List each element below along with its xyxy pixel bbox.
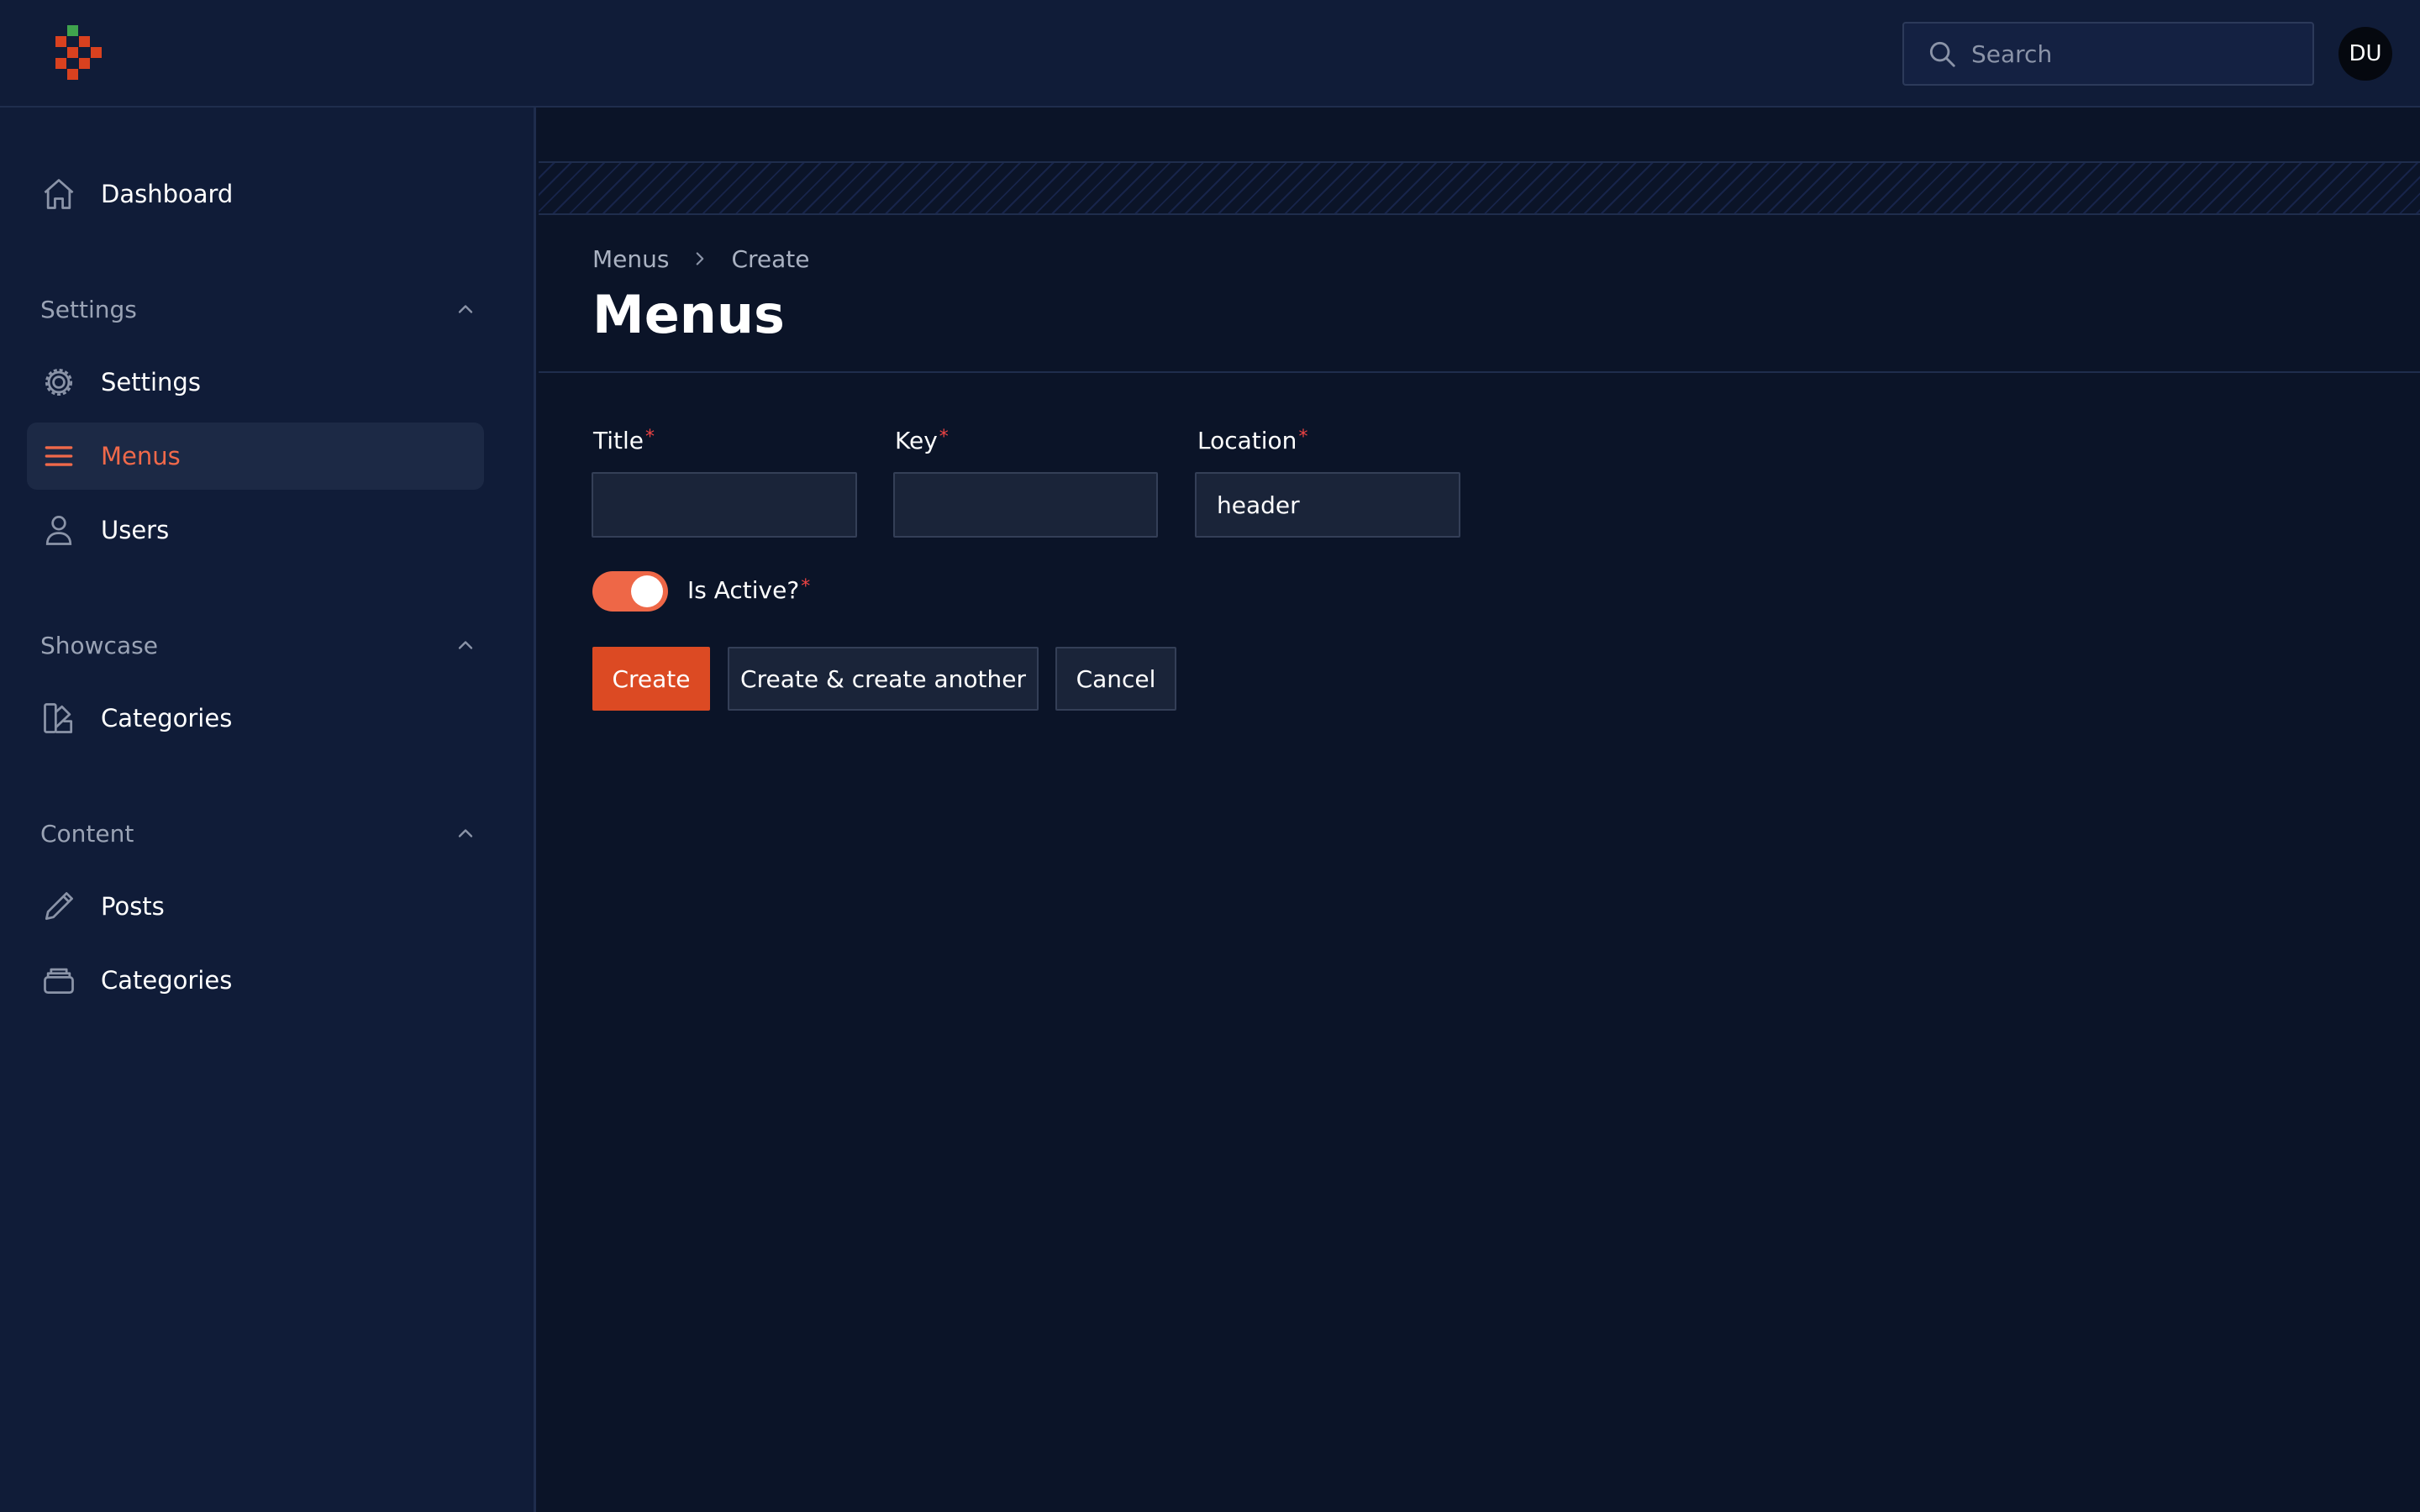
decorative-stripe [539, 161, 2420, 215]
label-text: Key [895, 427, 938, 454]
sidebar: Dashboard Settings Settings Menus Users … [0, 108, 536, 1512]
group-content-toggle[interactable]: Content [40, 812, 477, 854]
required-marker: * [1298, 427, 1308, 448]
pencil-icon [40, 888, 77, 925]
swatch-icon [40, 700, 77, 737]
sidebar-item-label: Settings [101, 368, 201, 396]
menu-bars-icon [40, 438, 77, 475]
main-content: Menus Create Menus Title* Key* Location*… [539, 108, 2420, 1512]
cancel-button[interactable]: Cancel [1055, 647, 1176, 711]
group-settings-toggle[interactable]: Settings [40, 288, 477, 330]
create-another-button[interactable]: Create & create another [728, 647, 1039, 711]
user-icon [40, 512, 77, 549]
breadcrumb: Menus Create [592, 242, 810, 276]
location-field-label: Location* [1197, 427, 1307, 454]
label-text: Is Active? [687, 576, 800, 604]
is-active-toggle[interactable] [592, 571, 668, 612]
sidebar-item-label: Dashboard [101, 180, 234, 208]
group-label: Settings [40, 295, 137, 323]
label-text: Title [593, 427, 644, 454]
sidebar-item-content-categories[interactable]: Categories [27, 947, 484, 1014]
global-search[interactable] [1902, 22, 2314, 86]
header-divider [539, 371, 2420, 373]
group-showcase-toggle[interactable]: Showcase [40, 624, 477, 666]
sidebar-item-label: Users [101, 516, 170, 544]
sidebar-item-users[interactable]: Users [27, 496, 484, 564]
group-label: Showcase [40, 631, 158, 659]
label-text: Location [1197, 427, 1297, 454]
sidebar-item-label: Categories [101, 704, 233, 732]
chevron-up-icon [458, 829, 473, 837]
chevron-right-icon [697, 252, 704, 265]
title-field-label: Title* [593, 427, 655, 454]
group-label: Content [40, 819, 134, 848]
user-avatar[interactable]: DU [2338, 27, 2392, 81]
breadcrumb-parent-link[interactable]: Menus [592, 245, 669, 273]
required-marker: * [801, 576, 811, 597]
sidebar-item-settings[interactable]: Settings [27, 349, 484, 416]
chevron-up-icon [458, 641, 473, 649]
location-input[interactable] [1195, 472, 1460, 538]
search-input[interactable] [1971, 24, 2312, 84]
sidebar-item-label: Posts [101, 892, 165, 921]
search-icon [1929, 41, 1955, 67]
is-active-label: Is Active?* [687, 576, 810, 604]
toggle-knob [631, 575, 663, 607]
sidebar-item-label: Menus [101, 442, 181, 470]
sidebar-item-showcase-categories[interactable]: Categories [27, 685, 484, 752]
key-field-label: Key* [895, 427, 949, 454]
sidebar-item-label: Categories [101, 966, 233, 995]
folder-stack-icon [40, 962, 77, 999]
title-input[interactable] [592, 472, 857, 538]
brand-logo[interactable] [55, 25, 106, 82]
required-marker: * [645, 427, 655, 448]
chevron-up-icon [458, 305, 473, 313]
required-marker: * [939, 427, 949, 448]
sidebar-item-dashboard[interactable]: Dashboard [27, 160, 484, 228]
home-icon [40, 176, 77, 213]
top-bar: DU [0, 0, 2420, 108]
sidebar-item-posts[interactable]: Posts [27, 873, 484, 940]
sidebar-item-menus[interactable]: Menus [27, 423, 484, 490]
page-title: Menus [592, 284, 785, 345]
key-input[interactable] [893, 472, 1158, 538]
gear-icon [40, 364, 77, 401]
breadcrumb-current: Create [731, 244, 810, 273]
create-button[interactable]: Create [592, 647, 710, 711]
